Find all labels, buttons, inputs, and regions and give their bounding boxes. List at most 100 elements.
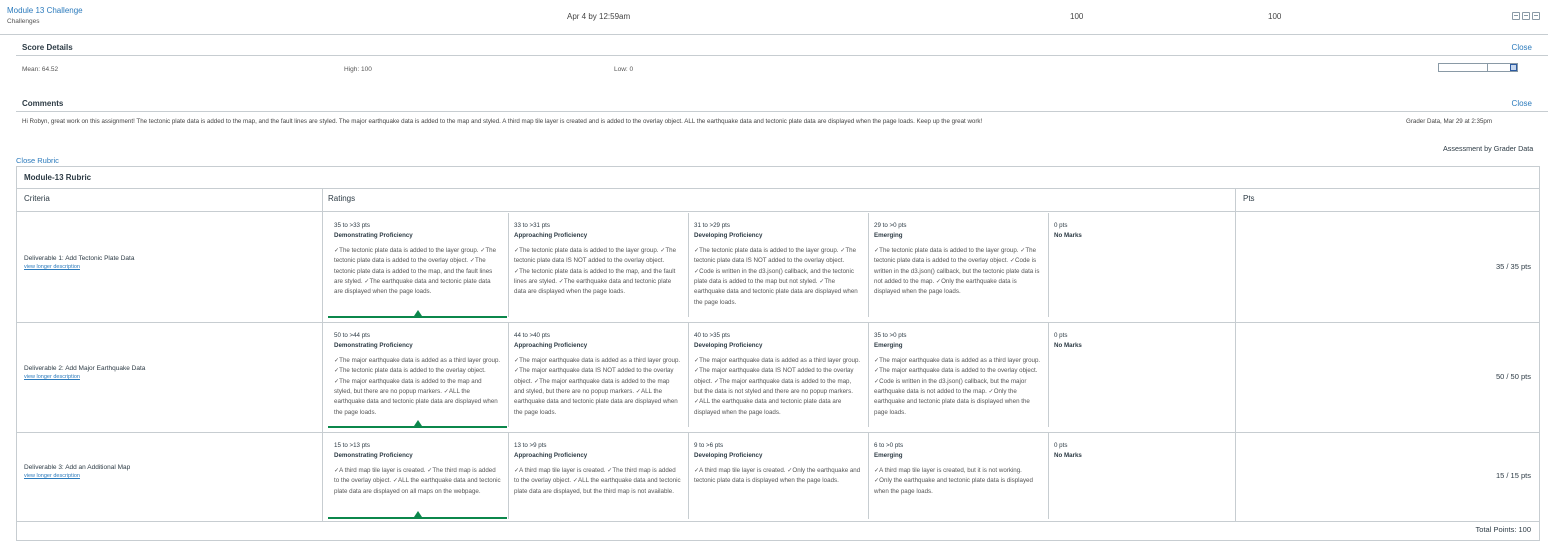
comments-icon[interactable] <box>1522 12 1530 20</box>
rating-points: 50 to >44 pts <box>334 332 370 339</box>
score-details-close-link[interactable]: Close <box>1512 43 1532 52</box>
row-divider <box>17 521 1539 522</box>
criterion-3-points: 15 / 15 pts <box>1495 471 1531 480</box>
score-distribution-bar <box>1438 63 1518 72</box>
comments-close-link[interactable]: Close <box>1512 99 1532 108</box>
rating-points: 35 to >33 pts <box>334 222 370 229</box>
view-longer-description-link[interactable]: view longer description <box>24 374 145 380</box>
rating-description: ✓The tectonic plate data is added to the… <box>874 246 1040 296</box>
rating-1-5[interactable]: 0 pts No Marks <box>1048 213 1138 318</box>
comment-meta: Grader Data, Mar 29 at 2:35pm <box>1406 118 1492 125</box>
rating-label: Approaching Proficiency <box>514 452 588 460</box>
rating-points: 33 to >31 pts <box>514 222 550 229</box>
rating-points: 31 to >29 pts <box>694 222 730 229</box>
rubric-icon[interactable] <box>1532 12 1540 20</box>
rating-points: 35 to >0 pts <box>874 332 907 339</box>
rating-label: Emerging <box>874 232 903 240</box>
rating-label: No Marks <box>1054 232 1082 240</box>
rating-points: 0 pts <box>1054 442 1068 449</box>
rating-points: 0 pts <box>1054 222 1068 229</box>
rating-label: Emerging <box>874 452 903 460</box>
rating-label: No Marks <box>1054 342 1082 350</box>
comments-title: Comments <box>22 99 64 108</box>
criterion-1: Deliverable 1: Add Tectonic Plate Data v… <box>24 255 134 270</box>
view-longer-description-link[interactable]: view longer description <box>24 473 130 479</box>
score-details-icon[interactable] <box>1512 12 1520 20</box>
pts-header: Pts <box>1243 194 1255 203</box>
rating-points: 29 to >0 pts <box>874 222 907 229</box>
rating-label: Developing Proficiency <box>694 452 763 460</box>
assignment-out-of: 100 <box>1268 12 1282 21</box>
assignment-score: 100 <box>1070 12 1084 21</box>
score-low: Low: 0 <box>614 66 634 73</box>
close-rubric-link[interactable]: Close Rubric <box>16 156 59 165</box>
rating-1-4[interactable]: 29 to >0 pts Emerging ✓The tectonic plat… <box>868 213 1047 318</box>
rating-label: Demonstrating Proficiency <box>334 452 413 460</box>
total-points: Total Points: 100 <box>1475 525 1531 534</box>
rating-3-5[interactable]: 0 pts No Marks <box>1048 433 1138 519</box>
criterion-1-label: Deliverable 1: Add Tectonic Plate Data <box>24 255 135 262</box>
rating-description: ✓A third map tile layer is created. ✓The… <box>514 466 681 495</box>
criterion-3: Deliverable 3: Add an Additional Map vie… <box>24 464 130 479</box>
my-score-marker <box>1510 64 1517 71</box>
rating-description: ✓The tectonic plate data is added to the… <box>694 246 858 306</box>
rating-points: 44 to >40 pts <box>514 332 550 339</box>
rating-label: Demonstrating Proficiency <box>334 342 413 350</box>
rating-1-3[interactable]: 31 to >29 pts Developing Proficiency ✓Th… <box>688 213 867 318</box>
rating-description: ✓The major earthquake data is added as a… <box>874 356 1041 416</box>
rubric-title: Module-13 Rubric <box>24 173 92 182</box>
assessed-by: Assessment by Grader Data <box>1443 144 1534 153</box>
view-longer-description-link[interactable]: view longer description <box>24 264 134 270</box>
rating-1-2[interactable]: 33 to >31 pts Approaching Proficiency ✓T… <box>508 213 687 318</box>
assignment-title-link[interactable]: Module 13 Challenge <box>7 6 83 15</box>
rating-1-1[interactable]: 35 to >33 pts Demonstrating Proficiency … <box>328 213 507 318</box>
criterion-2-label: Deliverable 2: Add Major Earthquake Data <box>24 365 146 372</box>
rating-2-3[interactable]: 40 to >35 pts Developing Proficiency ✓Th… <box>688 323 867 428</box>
rating-label: Developing Proficiency <box>694 232 763 240</box>
rating-points: 15 to >13 pts <box>334 442 370 449</box>
rating-3-1[interactable]: 15 to >13 pts Demonstrating Proficiency … <box>328 433 507 519</box>
rating-label: Demonstrating Proficiency <box>334 232 413 240</box>
score-details-title: Score Details <box>22 43 73 52</box>
assignment-due-date: Apr 4 by 12:59am <box>567 12 631 21</box>
rubric-table: Module-13 Rubric Criteria Ratings Pts De… <box>16 166 1540 541</box>
rubric-divider <box>17 188 1539 189</box>
rating-3-2[interactable]: 13 to >9 pts Approaching Proficiency ✓A … <box>508 433 687 519</box>
assignment-group: Challenges <box>7 18 40 25</box>
column-divider <box>322 188 323 521</box>
score-details-header: Score Details Close <box>16 42 1548 56</box>
assignment-row: Module 13 Challenge Challenges Apr 4 by … <box>0 0 1548 35</box>
rating-2-2[interactable]: 44 to >40 pts Approaching Proficiency ✓T… <box>508 323 687 428</box>
rating-label: No Marks <box>1054 452 1082 460</box>
assignment-action-icons <box>1512 12 1540 20</box>
rating-description: ✓A third map tile layer is created. ✓Onl… <box>694 466 861 485</box>
rating-2-5[interactable]: 0 pts No Marks <box>1048 323 1138 428</box>
rating-points: 6 to >0 pts <box>874 442 904 449</box>
rating-description: ✓The major earthquake data is added as a… <box>334 356 501 416</box>
rating-3-3[interactable]: 9 to >6 pts Developing Proficiency ✓A th… <box>688 433 867 519</box>
criterion-1-points: 35 / 35 pts <box>1495 262 1531 271</box>
criteria-header: Criteria <box>24 194 50 203</box>
rating-points: 40 to >35 pts <box>694 332 730 339</box>
ratings-header: Ratings <box>328 194 356 203</box>
rating-description: ✓The tectonic plate data is added to the… <box>334 246 497 296</box>
rating-points: 13 to >9 pts <box>514 442 547 449</box>
rating-2-4[interactable]: 35 to >0 pts Emerging ✓The major earthqu… <box>868 323 1047 428</box>
column-divider <box>1235 188 1236 521</box>
rating-description: ✓The major earthquake data is added as a… <box>694 356 861 416</box>
comment-text: Hi Robyn, great work on this assignment!… <box>22 118 983 125</box>
rating-description: ✓A third map tile layer is created. ✓The… <box>334 466 501 495</box>
rating-2-1[interactable]: 50 to >44 pts Demonstrating Proficiency … <box>328 323 507 428</box>
rating-description: ✓The tectonic plate data is added to the… <box>514 246 677 296</box>
selected-rating-arrow-icon <box>414 310 422 316</box>
selected-rating-arrow-icon <box>414 511 422 517</box>
score-mean: Mean: 64.52 <box>22 66 59 73</box>
rating-label: Approaching Proficiency <box>514 232 588 240</box>
criterion-2: Deliverable 2: Add Major Earthquake Data… <box>24 365 145 380</box>
rating-label: Approaching Proficiency <box>514 342 588 350</box>
criterion-3-label: Deliverable 3: Add an Additional Map <box>24 464 131 471</box>
rating-3-4[interactable]: 6 to >0 pts Emerging ✓A third map tile l… <box>868 433 1047 519</box>
comments-header: Comments Close <box>16 98 1548 112</box>
rating-points: 0 pts <box>1054 332 1068 339</box>
rating-points: 9 to >6 pts <box>694 442 724 449</box>
